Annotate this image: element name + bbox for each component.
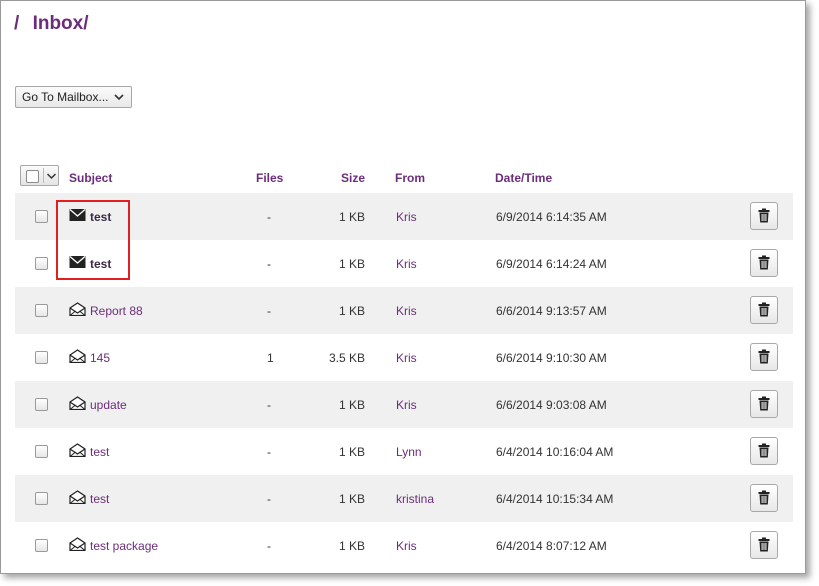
row-checkbox[interactable] xyxy=(35,539,48,552)
select-all-checkbox[interactable] xyxy=(26,170,39,183)
envelope-open-icon xyxy=(69,490,86,504)
delete-button[interactable] xyxy=(750,484,778,512)
message-list: test - 1 KB Kris 6/9/2014 6:14:35 AM tes… xyxy=(15,193,793,569)
delete-button[interactable] xyxy=(750,531,778,559)
table-row[interactable]: update - 1 KB Kris 6/6/2014 9:03:08 AM xyxy=(15,381,793,428)
message-size: 1 KB xyxy=(338,210,365,224)
row-checkbox[interactable] xyxy=(35,351,48,364)
message-datetime: 6/6/2014 9:03:08 AM xyxy=(496,398,607,412)
trash-icon xyxy=(758,302,770,317)
table-row[interactable]: test - 1 KB kristina 6/4/2014 10:15:34 A… xyxy=(15,475,793,522)
message-files: - xyxy=(267,445,271,459)
message-size: 1 KB xyxy=(338,445,365,459)
chevron-down-icon xyxy=(114,94,124,101)
envelope-open-icon xyxy=(69,443,86,457)
breadcrumb-inbox-link[interactable]: Inbox/ xyxy=(33,13,89,34)
message-files: - xyxy=(267,304,271,318)
trash-icon xyxy=(758,443,770,458)
trash-icon xyxy=(758,537,770,552)
message-subject[interactable]: test package xyxy=(90,539,158,553)
row-checkbox[interactable] xyxy=(35,492,48,505)
table-row[interactable]: test - 1 KB Kris 6/9/2014 6:14:24 AM xyxy=(15,240,793,287)
message-from[interactable]: Kris xyxy=(396,304,417,318)
column-header-files[interactable]: Files xyxy=(256,171,283,185)
column-header-from[interactable]: From xyxy=(395,171,425,185)
inbox-window: / Inbox/ Go To Mailbox... Subject Files … xyxy=(0,0,806,574)
message-subject[interactable]: update xyxy=(90,398,127,412)
message-size: 1 KB xyxy=(338,304,365,318)
message-from[interactable]: Kris xyxy=(396,257,417,271)
go-to-mailbox-label: Go To Mailbox... xyxy=(22,90,109,104)
delete-button[interactable] xyxy=(750,296,778,324)
message-subject[interactable]: Report 88 xyxy=(90,304,143,318)
message-files: - xyxy=(267,257,271,271)
message-subject[interactable]: 145 xyxy=(90,351,110,365)
select-all-dropdown[interactable] xyxy=(20,165,59,186)
delete-button[interactable] xyxy=(750,343,778,371)
message-from[interactable]: kristina xyxy=(396,492,434,506)
envelope-open-icon xyxy=(69,349,86,363)
message-size: 3.5 KB xyxy=(328,351,365,365)
table-row[interactable]: test - 1 KB Kris 6/9/2014 6:14:35 AM xyxy=(15,193,793,240)
delete-button[interactable] xyxy=(750,202,778,230)
message-from[interactable]: Lynn xyxy=(396,445,422,459)
message-subject[interactable]: test xyxy=(90,445,109,459)
select-all-divider xyxy=(43,168,44,183)
message-datetime: 6/9/2014 6:14:24 AM xyxy=(496,257,607,271)
message-size: 1 KB xyxy=(338,398,365,412)
table-row[interactable]: Report 88 - 1 KB Kris 6/6/2014 9:13:57 A… xyxy=(15,287,793,334)
message-size: 1 KB xyxy=(338,257,365,271)
row-checkbox[interactable] xyxy=(35,304,48,317)
table-row[interactable]: test - 1 KB Lynn 6/4/2014 10:16:04 AM xyxy=(15,428,793,475)
table-row[interactable]: test package - 1 KB Kris 6/4/2014 8:07:1… xyxy=(15,522,793,569)
message-from[interactable]: Kris xyxy=(396,539,417,553)
row-checkbox[interactable] xyxy=(35,210,48,223)
trash-icon xyxy=(758,255,770,270)
row-checkbox[interactable] xyxy=(35,445,48,458)
message-datetime: 6/6/2014 9:10:30 AM xyxy=(496,351,607,365)
message-files: - xyxy=(267,539,271,553)
envelope-open-icon xyxy=(69,302,86,316)
message-size: 1 KB xyxy=(338,539,365,553)
chevron-down-icon xyxy=(46,173,57,180)
trash-icon xyxy=(758,208,770,223)
message-table: Subject Files Size From Date/Time test -… xyxy=(15,163,793,569)
row-checkbox[interactable] xyxy=(35,398,48,411)
message-from[interactable]: Kris xyxy=(396,351,417,365)
column-header-subject[interactable]: Subject xyxy=(69,171,112,185)
delete-button[interactable] xyxy=(750,390,778,418)
message-files: 1 xyxy=(267,351,274,365)
envelope-open-icon xyxy=(69,537,86,551)
message-files: - xyxy=(267,398,271,412)
message-subject[interactable]: test xyxy=(90,492,109,506)
message-datetime: 6/4/2014 10:15:34 AM xyxy=(496,492,614,506)
breadcrumb-separator: / xyxy=(14,13,20,34)
trash-icon xyxy=(758,490,770,505)
message-files: - xyxy=(267,492,271,506)
trash-icon xyxy=(758,349,770,364)
message-files: - xyxy=(267,210,271,224)
table-row[interactable]: 145 1 3.5 KB Kris 6/6/2014 9:10:30 AM xyxy=(15,334,793,381)
message-from[interactable]: Kris xyxy=(396,210,417,224)
message-size: 1 KB xyxy=(338,492,365,506)
column-header-datetime[interactable]: Date/Time xyxy=(495,171,552,185)
column-header-size[interactable]: Size xyxy=(341,171,365,185)
go-to-mailbox-dropdown[interactable]: Go To Mailbox... xyxy=(15,86,132,108)
trash-icon xyxy=(758,396,770,411)
message-from[interactable]: Kris xyxy=(396,398,417,412)
message-datetime: 6/9/2014 6:14:35 AM xyxy=(496,210,607,224)
unread-messages-highlight xyxy=(56,200,130,280)
message-datetime: 6/4/2014 8:07:12 AM xyxy=(496,539,607,553)
message-datetime: 6/6/2014 9:13:57 AM xyxy=(496,304,607,318)
table-header: Subject Files Size From Date/Time xyxy=(15,163,793,193)
envelope-open-icon xyxy=(69,396,86,410)
delete-button[interactable] xyxy=(750,249,778,277)
delete-button[interactable] xyxy=(750,437,778,465)
row-checkbox[interactable] xyxy=(35,257,48,270)
breadcrumb: / Inbox/ xyxy=(14,13,89,35)
message-datetime: 6/4/2014 10:16:04 AM xyxy=(496,445,614,459)
